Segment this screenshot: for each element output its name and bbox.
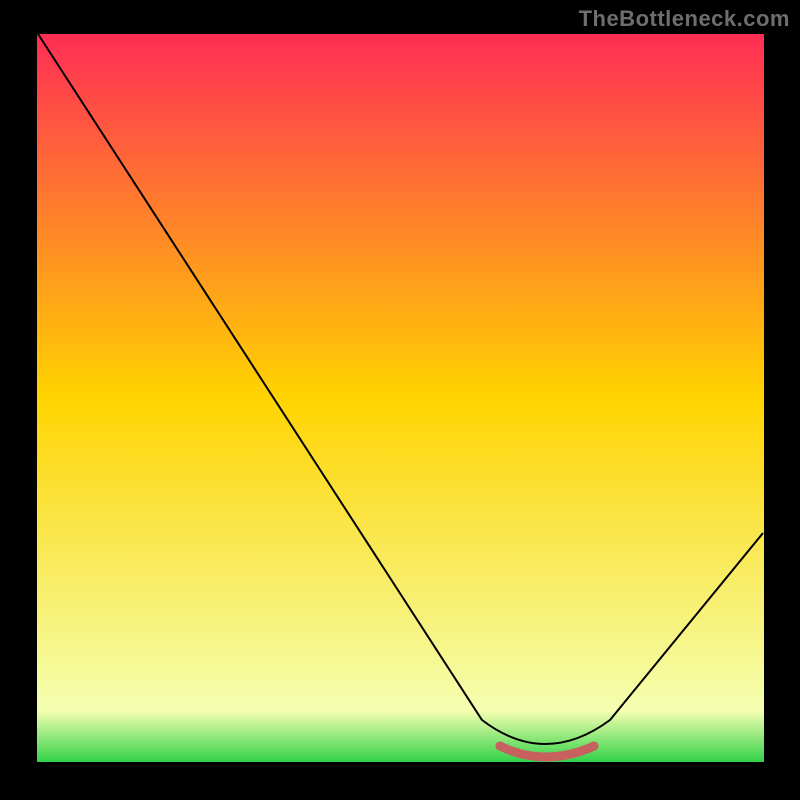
plot-background [37, 34, 764, 762]
chart-container: { "watermark": "TheBottleneck.com", "cha… [0, 0, 800, 800]
chart-svg [0, 0, 800, 800]
